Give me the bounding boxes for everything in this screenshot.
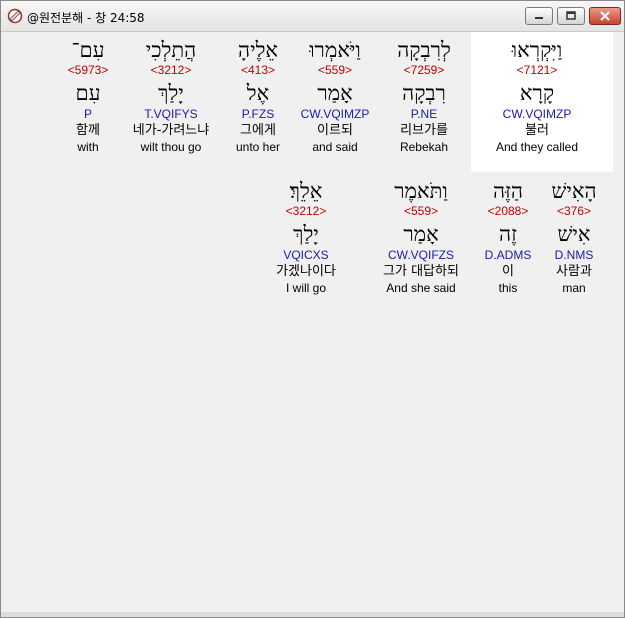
strong-number[interactable]: <5973>: [43, 63, 133, 78]
window-bottom-border: [1, 612, 624, 617]
window-title: @원전분해 - 창 24:58: [27, 11, 145, 25]
word-cell[interactable]: וַיִּקְרְאוּ <7121> קָרָא CW.VQIMZP 불러 A…: [492, 37, 582, 155]
hebrew-lemma: אָמַר: [317, 81, 353, 105]
hebrew-word: וַיִּקְרְאוּ: [511, 38, 563, 62]
morphology-code: D.ADMS: [484, 248, 532, 262]
strong-number[interactable]: <7259>: [379, 63, 469, 78]
strong-number[interactable]: <559>: [376, 204, 466, 219]
hebrew-word: וַתֹּאמֶר: [394, 179, 448, 203]
hebrew-word: לְרִבְקָה: [397, 38, 451, 62]
strong-number[interactable]: <559>: [290, 63, 380, 78]
word-cell[interactable]: עִם־ <5973> עִם P 함께 with: [43, 37, 133, 155]
word-cell[interactable]: וַתֹּאמֶר <559> אָמַר CW.VQIFZS 그가 대답하되 …: [376, 178, 466, 296]
hebrew-word: הֲתֵלְכִי: [145, 38, 197, 62]
korean-gloss: 그에게: [240, 123, 276, 138]
hebrew-word: עִם־: [71, 38, 105, 62]
english-gloss: this: [498, 281, 518, 295]
morphology-code: P.FZS: [241, 107, 275, 121]
korean-gloss: 불러: [525, 123, 549, 138]
strong-number[interactable]: <3212>: [261, 204, 351, 219]
hebrew-word: הַזֶּה: [492, 179, 523, 203]
morphology-code: CW.VQIMZP: [502, 107, 572, 121]
korean-gloss: 리브가를: [400, 123, 448, 138]
word-cell[interactable]: וַיֹּאמְרוּ <559> אָמַר CW.VQIMZP 이르되 an…: [290, 37, 380, 155]
word-cell[interactable]: לְרִבְקָה <7259> רִבְקָה P.NE 리브가를 Rebek…: [379, 37, 469, 155]
hebrew-lemma: קָרָא: [519, 81, 555, 105]
english-gloss: Rebekah: [399, 140, 449, 154]
morphology-code: P: [83, 107, 92, 121]
strong-number[interactable]: <2088>: [463, 204, 553, 219]
morphology-code: T.VQIFYS: [144, 107, 198, 121]
minimize-icon: [526, 8, 552, 24]
close-icon: [590, 8, 620, 24]
english-gloss: and said: [312, 140, 358, 154]
morphology-code: CW.VQIFZS: [388, 248, 454, 262]
hebrew-word: וַיֹּאמְרוּ: [309, 38, 361, 62]
korean-gloss: 가겠나이다: [276, 264, 336, 279]
word-cell[interactable]: הַזֶּה <2088> זֶה D.ADMS 이 this: [463, 178, 553, 296]
app-icon: [7, 8, 23, 24]
korean-gloss: 함께: [76, 123, 100, 138]
morphology-code: VQICXS: [283, 248, 329, 262]
korean-gloss: 이: [502, 264, 514, 279]
strong-number[interactable]: <413>: [213, 63, 303, 78]
hebrew-lemma: יָלַךְ: [293, 222, 319, 246]
korean-gloss: 네가-가려느냐: [132, 123, 210, 138]
hebrew-lemma: יָלַךְ: [158, 81, 184, 105]
app-window: @원전분해 - 창 24:58 וַיִּקְרְאוּ <7121> קָרָ…: [0, 0, 625, 618]
strong-number[interactable]: <7121>: [492, 63, 582, 78]
hebrew-word: אֵלֵךְ׃: [289, 179, 323, 203]
english-gloss: wilt thou go: [140, 140, 202, 154]
interlinear-view: וַיִּקְרְאוּ <7121> קָרָא CW.VQIMZP 불러 A…: [4, 32, 620, 612]
title-bar[interactable]: @원전분해 - 창 24:58: [1, 1, 624, 32]
hebrew-lemma: רִבְקָה: [402, 81, 446, 105]
maximize-icon: [558, 8, 584, 24]
hebrew-lemma: זֶה: [499, 222, 517, 246]
word-cell[interactable]: אֵלֵךְ׃ <3212> יָלַךְ VQICXS 가겠나이다 I wil…: [261, 178, 351, 296]
morphology-code: CW.VQIMZP: [300, 107, 370, 121]
english-gloss: unto her: [235, 140, 281, 154]
hebrew-word: אֵלֶיהָ: [237, 38, 278, 62]
english-gloss: I will go: [285, 281, 326, 295]
korean-gloss: 그가 대답하되: [383, 264, 459, 279]
hebrew-lemma: עִם: [75, 81, 101, 105]
word-cell[interactable]: הֲתֵלְכִי <3212> יָלַךְ T.VQIFYS 네가-가려느냐…: [126, 37, 216, 155]
minimize-button[interactable]: [525, 7, 553, 25]
korean-gloss: 이르되: [317, 123, 353, 138]
english-gloss: And she said: [386, 281, 456, 295]
morphology-code: P.NE: [410, 107, 438, 121]
hebrew-lemma: אֶל: [246, 81, 270, 105]
hebrew-lemma: אָמַר: [403, 222, 439, 246]
close-button[interactable]: [589, 7, 621, 25]
strong-number[interactable]: <3212>: [126, 63, 216, 78]
english-gloss: with: [77, 140, 99, 154]
english-gloss: And they called: [495, 140, 579, 154]
maximize-button[interactable]: [557, 7, 585, 25]
word-cell[interactable]: אֵלֶיהָ <413> אֶל P.FZS 그에게 unto her: [213, 37, 303, 155]
